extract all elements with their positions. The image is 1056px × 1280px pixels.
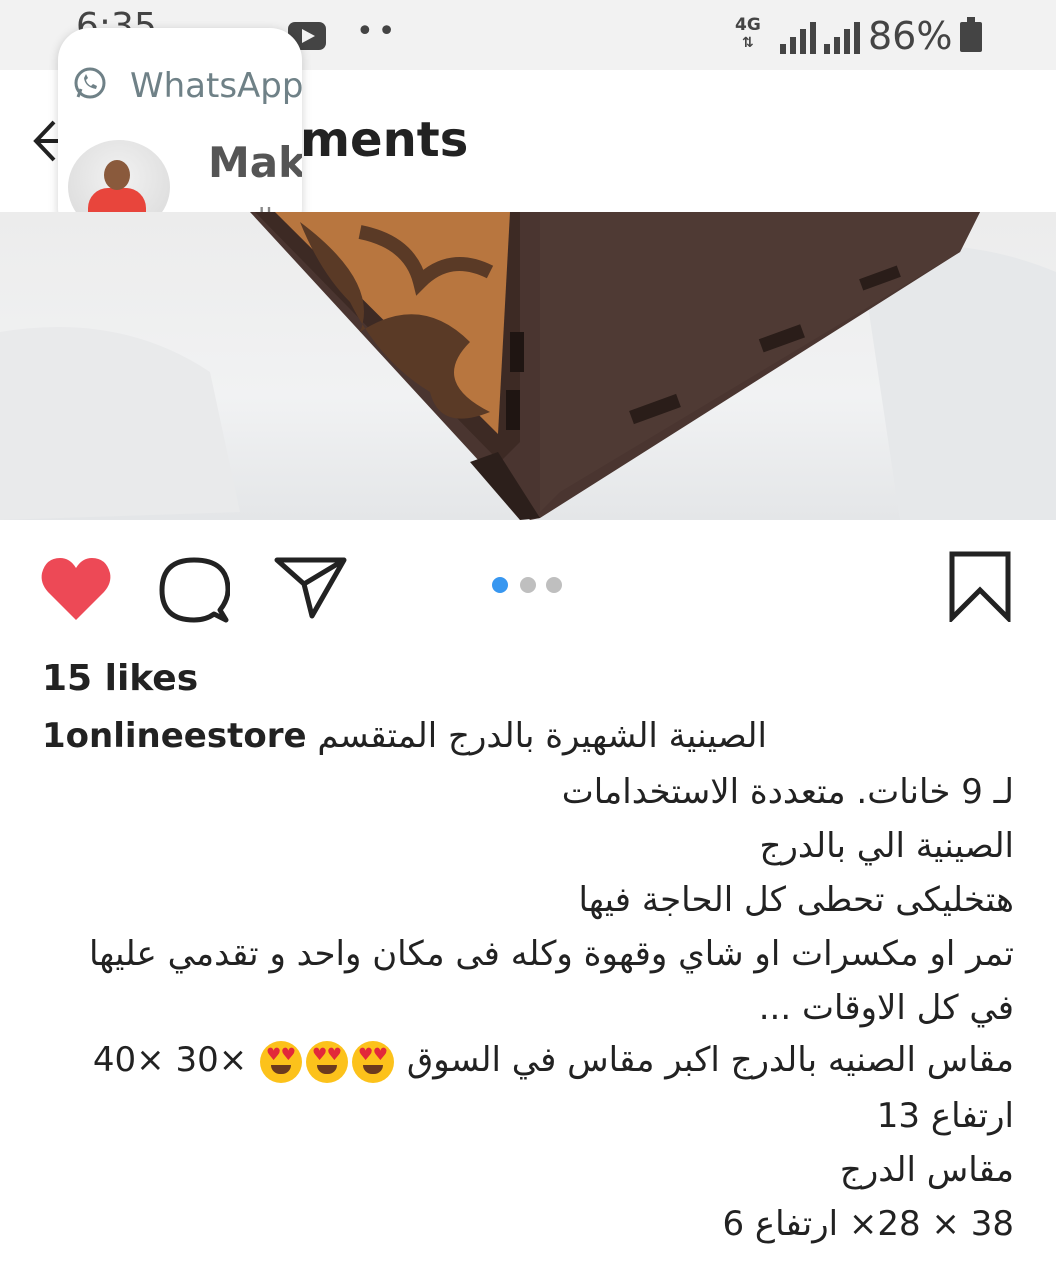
chat-sender-name: Makt [208, 138, 302, 187]
like-heart-icon[interactable] [40, 556, 112, 622]
post-image[interactable] [0, 212, 1056, 520]
caption-line: تمر او مكسرات او شاي وقهوة وكله فى مكان … [88, 934, 1014, 974]
network-type: 4G ⇅ [735, 15, 761, 51]
wooden-box-photo [0, 212, 1056, 520]
battery-icon [960, 17, 982, 52]
carousel-dot [520, 577, 536, 593]
more-notifications-icon: •• [356, 14, 400, 49]
caption-line: ارتفاع 13 [876, 1096, 1014, 1136]
caption-line: لـ 9 خانات. متعددة الاستخدامات [561, 772, 1014, 812]
battery-level: 86% [868, 14, 953, 58]
bookmark-icon[interactable] [948, 550, 1012, 622]
caption-size-numbers: 40× 30× [92, 1040, 248, 1080]
heart-eyes-emoji-icon [306, 1040, 349, 1083]
whatsapp-app-label: WhatsApp [130, 66, 302, 106]
signal-icon [780, 20, 828, 54]
caption-line: الصينية الي بالدرج [759, 826, 1014, 866]
carousel-dot-active [492, 577, 508, 593]
caption-text: الصينية الشهيرة بالدرج المتقسم [317, 716, 767, 756]
caption-first-line: 1onlineestore الصينية الشهيرة بالدرج الم… [42, 716, 767, 756]
carousel-dot [546, 577, 562, 593]
caption-line: في كل الاوقات ... [758, 988, 1014, 1028]
page-title: ments [300, 112, 469, 168]
whatsapp-chat-head[interactable]: WhatsApp Makt العصر [58, 28, 302, 240]
heart-eyes-emoji-icon [352, 1040, 395, 1083]
signal-icon [824, 20, 872, 54]
caption-line: 38 × 28× ارتفاع 6 [722, 1204, 1014, 1244]
likes-count[interactable]: 15 likes [42, 658, 198, 699]
whatsapp-icon [74, 67, 106, 99]
caption-line: هتخليكى تحطى كل الحاجة فيها [578, 880, 1014, 920]
caption-text: مقاس الصنيه بالدرج اكبر مقاس في السوق [406, 1040, 1014, 1080]
heart-eyes-emoji-icon [260, 1040, 303, 1083]
post-username[interactable]: 1onlineestore [42, 716, 307, 756]
caption-line: مقاس الدرج [839, 1150, 1014, 1190]
share-icon[interactable] [274, 556, 348, 620]
comment-icon[interactable] [158, 556, 230, 624]
caption-size-line: مقاس الصنيه بالدرج اكبر مقاس في السوق 40… [93, 1040, 1014, 1083]
